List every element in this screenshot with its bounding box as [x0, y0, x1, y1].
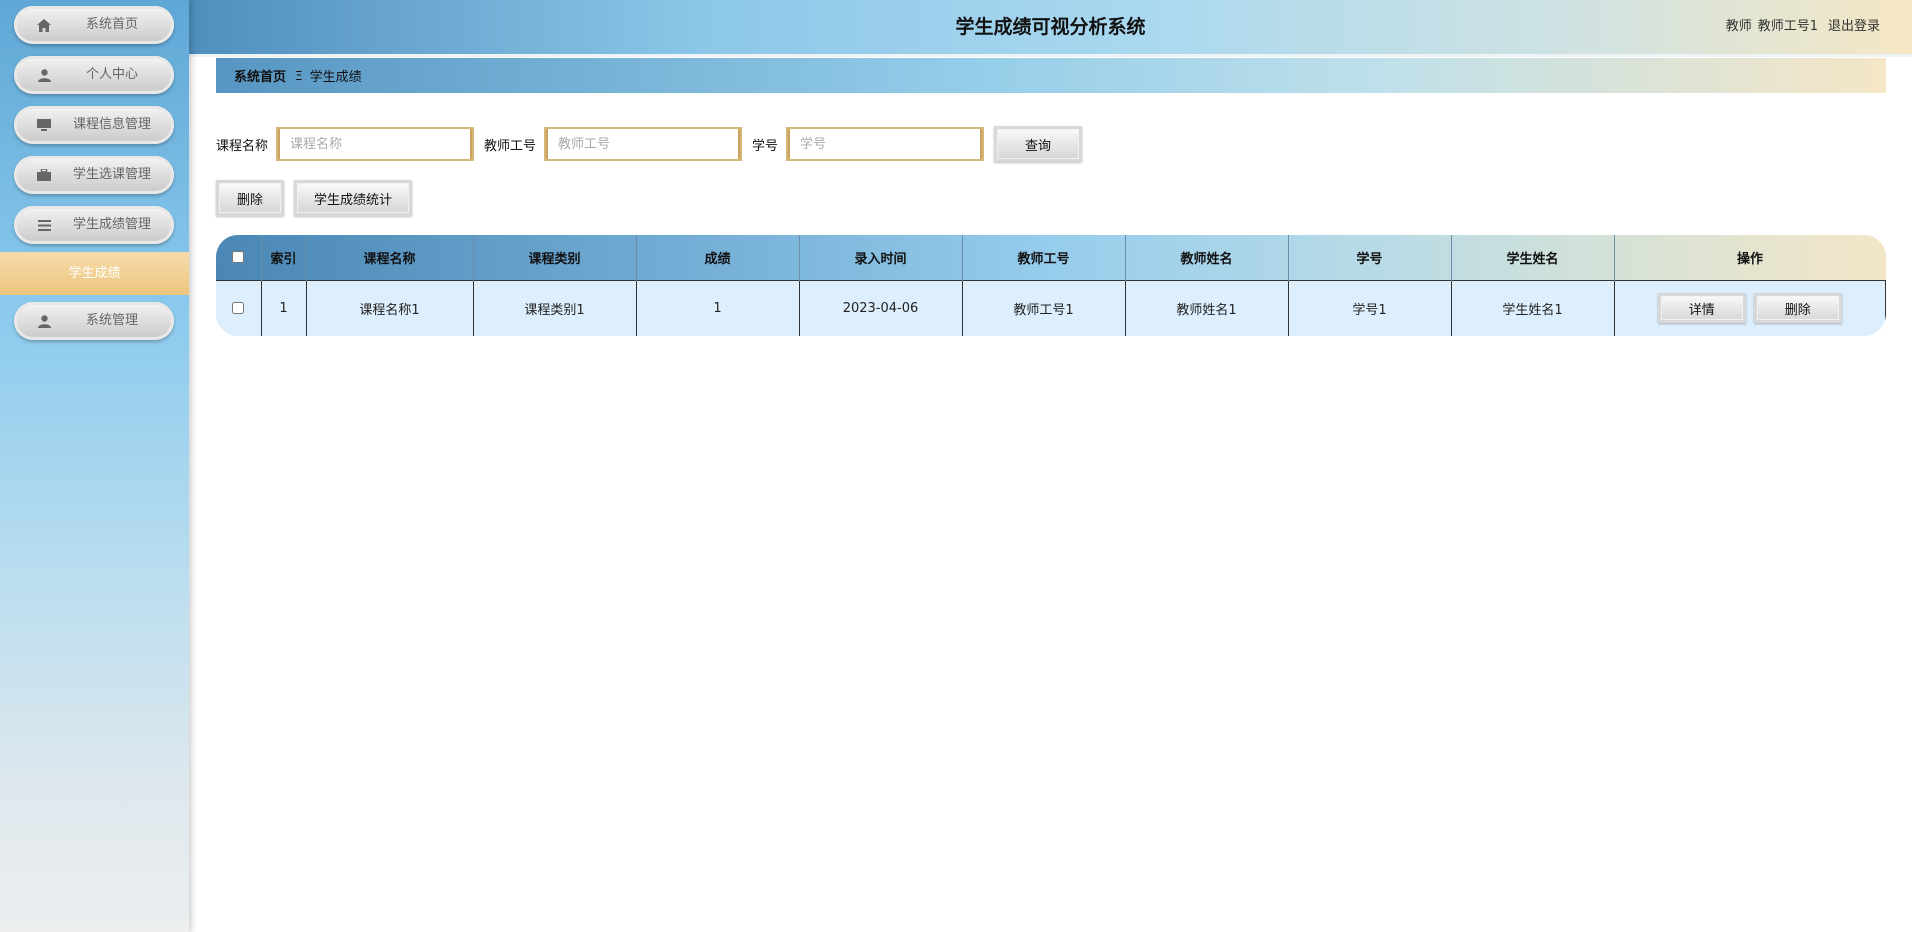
breadcrumb: 系统首页 Ξ 学生成绩 [216, 58, 1886, 93]
sidebar: 系统首页 个人中心 课程信息管理 学生选课管理 学生成绩管理 学生成绩 系统管理 [0, 0, 189, 932]
column-header-actions: 操作 [1736, 251, 1763, 267]
column-header-course-name: 课程名称 [306, 235, 474, 280]
cell-teacher-id: 教师工号1 [962, 279, 1126, 336]
column-header-score: 成绩 [636, 235, 800, 280]
query-button[interactable]: 查询 [994, 126, 1083, 162]
row-checkbox[interactable] [232, 302, 245, 315]
cell-student-id: 学号1 [1288, 279, 1452, 336]
logout-link[interactable]: 退出登录 [1828, 19, 1880, 34]
detail-button[interactable]: 详情 [1657, 293, 1746, 324]
column-header-course-type: 课程类别 [473, 235, 637, 280]
header-user-info: 教师 教师工号1 退出登录 [1720, 0, 1880, 54]
cell-course-name: 课程名称1 [306, 279, 474, 336]
scores-table-container: 索引 课程名称 课程类别 成绩 录入时间 教师工号 教师姓名 学号 学生姓名 操… [216, 235, 1886, 336]
header-divider [189, 54, 1912, 57]
course-name-input[interactable] [276, 127, 475, 161]
sidebar-item-label: 课程信息管理 [72, 117, 151, 132]
teacher-id-input[interactable] [544, 127, 743, 161]
sidebar-item-score-management[interactable]: 学生成绩管理 [14, 206, 174, 244]
search-form: 课程名称 教师工号 学号 查询 [216, 126, 1083, 162]
user-role: 教师 [1725, 19, 1752, 34]
sidebar-item-label: 系统首页 [85, 17, 138, 32]
column-header-entry-time: 录入时间 [799, 235, 963, 280]
course-name-label: 课程名称 [216, 138, 269, 154]
student-id-input[interactable] [786, 127, 985, 161]
app-title: 学生成绩可视分析系统 [955, 16, 1146, 38]
user-name: 教师工号1 [1757, 19, 1818, 34]
table-header-row: 索引 课程名称 课程类别 成绩 录入时间 教师工号 教师姓名 学号 学生姓名 操… [216, 235, 1886, 280]
cell-teacher-name: 教师姓名1 [1125, 279, 1289, 336]
column-header-student-id: 学号 [1288, 235, 1452, 280]
action-bar: 删除 学生成绩统计 [216, 180, 412, 216]
row-select-cell [216, 279, 262, 336]
table-row: 1 课程名称1 课程类别1 1 2023-04-06 教师工号1 教师姓名1 学… [216, 279, 1886, 336]
breadcrumb-separator-icon: Ξ [295, 68, 303, 83]
breadcrumb-current: 学生成绩 [309, 70, 362, 85]
scores-table: 索引 课程名称 课程类别 成绩 录入时间 教师工号 教师姓名 学号 学生姓名 操… [216, 235, 1886, 336]
cell-entry-time: 2023-04-06 [799, 279, 963, 336]
top-header: 学生成绩可视分析系统 教师 教师工号1 退出登录 [189, 0, 1912, 54]
briefcase-icon [36, 167, 52, 183]
teacher-id-label: 教师工号 [484, 138, 537, 154]
list-icon [36, 217, 52, 233]
select-all-header [216, 235, 262, 280]
cell-actions: 详情 删除 [1614, 279, 1886, 336]
select-all-checkbox[interactable] [232, 251, 245, 264]
score-statistics-button[interactable]: 学生成绩统计 [294, 180, 412, 216]
sidebar-item-profile[interactable]: 个人中心 [14, 56, 174, 94]
sidebar-subitem-student-scores[interactable]: 学生成绩 [0, 252, 189, 295]
sidebar-item-system-management[interactable]: 系统管理 [14, 302, 174, 340]
cell-index: 1 [261, 279, 307, 336]
sidebar-item-home[interactable]: 系统首页 [14, 6, 174, 44]
sidebar-item-label: 学生选课管理 [72, 167, 151, 182]
monitor-icon [36, 117, 52, 133]
sidebar-item-course-info[interactable]: 课程信息管理 [14, 106, 174, 144]
column-header-teacher-id: 教师工号 [962, 235, 1126, 280]
column-header-teacher-name: 教师姓名 [1125, 235, 1289, 280]
sidebar-item-course-selection[interactable]: 学生选课管理 [14, 156, 174, 194]
row-delete-button[interactable]: 删除 [1753, 293, 1842, 324]
cell-course-type: 课程类别1 [473, 279, 637, 336]
delete-button[interactable]: 删除 [216, 180, 284, 216]
sidebar-item-label: 个人中心 [85, 67, 138, 82]
cell-student-name: 学生姓名1 [1451, 279, 1615, 336]
cell-score: 1 [636, 279, 800, 336]
home-icon [36, 17, 52, 33]
user-icon [36, 313, 52, 329]
breadcrumb-home[interactable]: 系统首页 [234, 66, 286, 85]
sidebar-item-label: 系统管理 [85, 313, 138, 328]
user-icon [36, 67, 52, 83]
column-header-index: 索引 [261, 235, 307, 280]
column-header-student-name: 学生姓名 [1451, 235, 1615, 280]
student-id-label: 学号 [752, 138, 779, 154]
sidebar-item-label: 学生成绩管理 [72, 217, 151, 232]
